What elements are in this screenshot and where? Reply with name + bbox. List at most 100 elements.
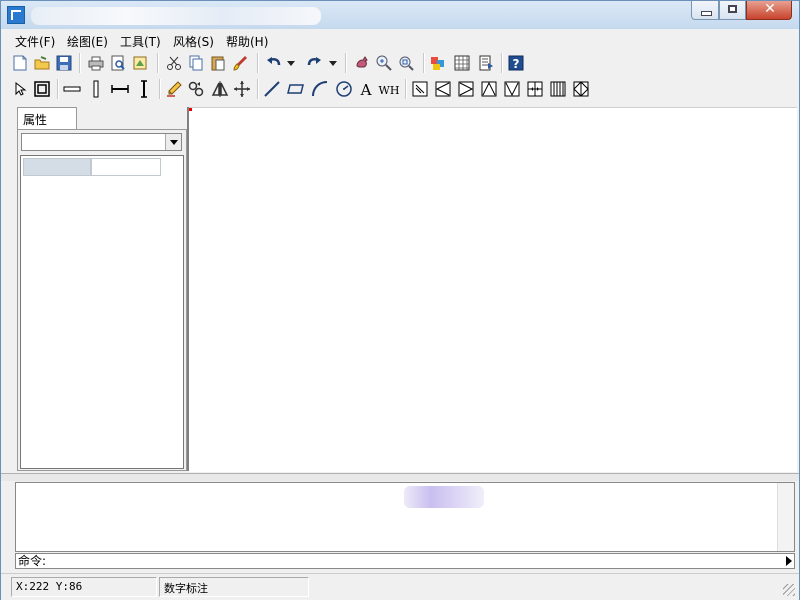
svg-text:?: ?	[513, 57, 520, 71]
grid-button[interactable]	[453, 54, 471, 72]
layer-color-button[interactable]	[429, 54, 447, 72]
mirror-button[interactable]	[211, 80, 229, 98]
properties-button[interactable]	[477, 54, 495, 72]
undo-dropdown-button[interactable]	[285, 54, 297, 72]
property-value-cell[interactable]	[91, 158, 161, 176]
rectangle-select-button[interactable]	[33, 80, 51, 98]
brush-button[interactable]	[231, 54, 249, 72]
shape-1-button[interactable]	[411, 80, 429, 98]
main-window: ✕ 文件(F) 绘图(E) 工具(T) 风格(S) 帮助(H) ? A WH 属…	[0, 0, 800, 600]
vertical-wall-button[interactable]	[87, 80, 105, 98]
arc-button[interactable]	[311, 80, 329, 98]
move-button[interactable]	[233, 80, 251, 98]
select-button[interactable]	[11, 80, 29, 98]
redo-button[interactable]	[305, 54, 323, 72]
horizontal-wall-icon	[63, 86, 81, 92]
paste-button[interactable]	[209, 54, 227, 72]
close-button[interactable]: ✕	[746, 1, 792, 20]
wh-tool-label: WH	[379, 84, 400, 97]
shape-8-button[interactable]	[572, 80, 590, 98]
zoom-window-button[interactable]	[397, 54, 415, 72]
properties-icon	[479, 55, 493, 71]
horizontal-wall-button[interactable]	[63, 80, 81, 98]
menu-bar: 文件(F) 绘图(E) 工具(T) 风格(S) 帮助(H)	[1, 30, 799, 50]
shape-6-icon	[527, 81, 543, 97]
shape-7-button[interactable]	[549, 80, 567, 98]
window-title-blurred	[31, 7, 321, 25]
minimize-icon	[701, 11, 712, 16]
property-grid	[20, 155, 184, 469]
circle-button[interactable]	[335, 80, 353, 98]
menu-style[interactable]: 风格(S)	[173, 33, 214, 50]
shape-4-icon	[481, 81, 497, 97]
status-bar: X:222 Y:86 数字标注	[1, 573, 799, 600]
shape-2-button[interactable]	[434, 80, 452, 98]
status-coordinates: X:222 Y:86	[11, 577, 157, 597]
shape-5-button[interactable]	[503, 80, 521, 98]
open-icon	[34, 56, 50, 70]
scroll-right-icon[interactable]	[786, 556, 792, 566]
shape-3-button[interactable]	[457, 80, 475, 98]
pencil-icon	[167, 81, 182, 97]
command-output-scrollbar[interactable]	[777, 483, 794, 551]
menu-help[interactable]: 帮助(H)	[226, 33, 268, 50]
resize-grip[interactable]	[783, 584, 795, 596]
cut-button[interactable]	[165, 54, 183, 72]
paste-icon	[211, 56, 225, 71]
rotate-icon	[188, 81, 204, 97]
zoom-in-button[interactable]	[375, 54, 393, 72]
new-button[interactable]	[11, 54, 29, 72]
blurred-region	[404, 486, 484, 508]
help-button[interactable]: ?	[507, 54, 525, 72]
origin-marker	[189, 108, 192, 111]
coordinates-text: X:222 Y:86	[16, 580, 83, 593]
open-button[interactable]	[33, 54, 51, 72]
new-icon	[13, 55, 27, 71]
undo-dropdown-icon	[287, 61, 295, 66]
line-button[interactable]	[263, 80, 281, 98]
save-button[interactable]	[55, 54, 73, 72]
menu-tools[interactable]: 工具(T)	[120, 33, 161, 50]
shape-2-icon	[435, 81, 451, 97]
zoom-in-icon	[376, 55, 392, 71]
pan-icon	[356, 56, 368, 68]
chevron-down-icon[interactable]	[165, 134, 181, 150]
vertical-dimension-button[interactable]	[135, 80, 153, 98]
print-button[interactable]	[87, 54, 105, 72]
maximize-button[interactable]	[719, 1, 746, 20]
drawing-canvas[interactable]	[189, 107, 797, 472]
redo-dropdown-button[interactable]	[327, 54, 339, 72]
copy-button[interactable]	[187, 54, 205, 72]
menu-draw[interactable]: 绘图(E)	[67, 33, 108, 50]
shape-6-button[interactable]	[526, 80, 544, 98]
menu-file[interactable]: 文件(F)	[15, 33, 55, 50]
print-preview-button[interactable]	[109, 54, 127, 72]
cut-icon	[167, 56, 181, 70]
property-name-cell[interactable]	[23, 158, 91, 176]
horizontal-dimension-icon	[111, 85, 129, 93]
pan-button[interactable]	[353, 54, 371, 72]
export-button[interactable]	[131, 54, 149, 72]
standard-toolbar: ?	[1, 51, 799, 75]
wh-icon: WH	[379, 84, 400, 97]
horizontal-dimension-button[interactable]	[111, 80, 129, 98]
shape-3-icon	[458, 81, 474, 97]
wh-button[interactable]: WH	[377, 80, 401, 98]
close-icon: ✕	[764, 1, 776, 17]
circle-icon	[336, 81, 352, 97]
shape-4-button[interactable]	[480, 80, 498, 98]
minimize-button[interactable]	[691, 1, 719, 20]
mirror-icon	[211, 81, 229, 97]
export-icon	[133, 56, 147, 70]
undo-button[interactable]	[265, 54, 283, 72]
rotate-button[interactable]	[187, 80, 205, 98]
brush-icon	[233, 56, 247, 71]
rectangle-button[interactable]	[287, 80, 305, 98]
command-line[interactable]: 命令:	[15, 553, 795, 569]
object-select-combo[interactable]	[21, 133, 182, 151]
horizontal-splitter[interactable]	[1, 473, 799, 481]
shape-8-icon	[573, 81, 589, 97]
text-button[interactable]: A	[357, 80, 375, 98]
tab-properties[interactable]: 属性	[17, 107, 77, 129]
pencil-button[interactable]	[165, 80, 183, 98]
